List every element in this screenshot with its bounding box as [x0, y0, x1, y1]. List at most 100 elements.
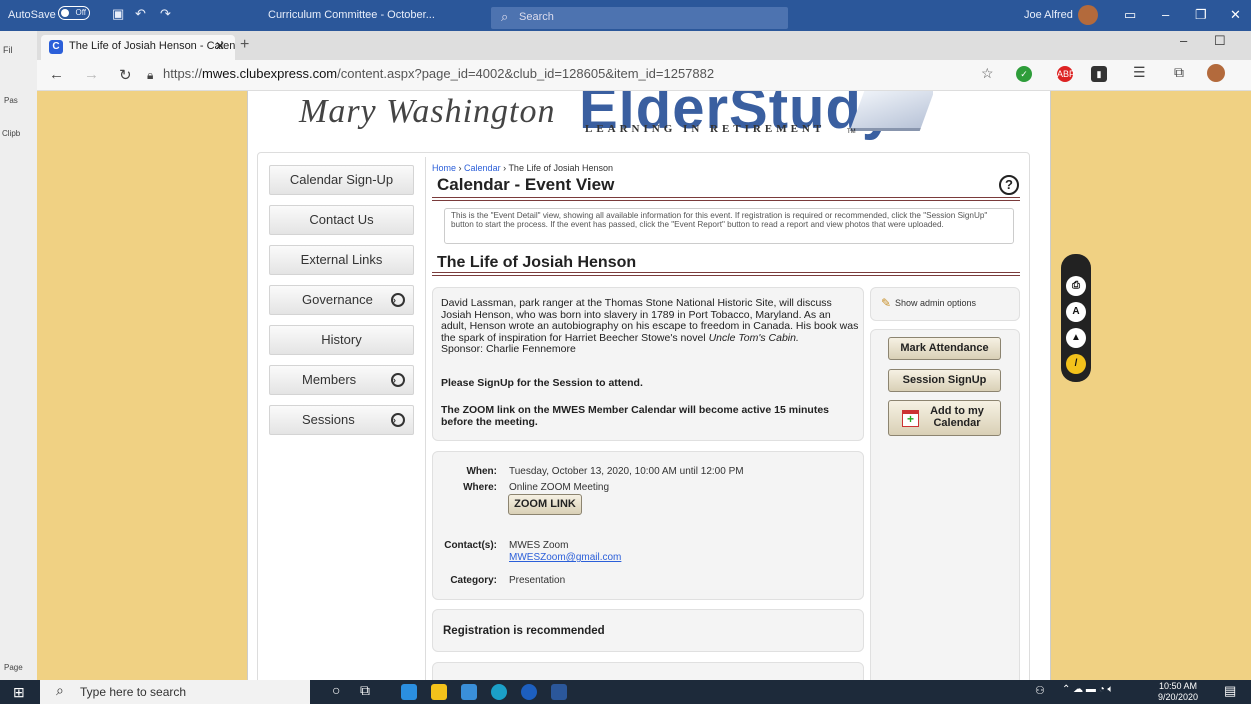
title-divider	[432, 197, 1020, 201]
contact-email-link[interactable]: MWESZoom@gmail.com	[509, 552, 621, 563]
page-background-left	[37, 91, 247, 680]
breadcrumb-home[interactable]: Home	[432, 163, 456, 173]
banner-tagline: LEARNING IN RETIREMENT	[585, 123, 826, 135]
page-label: Page	[4, 663, 23, 672]
registration-note: Registration is recommended	[443, 625, 605, 637]
word-ribbon-strip: Fil Pas Clipb Page	[0, 31, 37, 680]
task-view-icon[interactable]: ⧉	[360, 682, 370, 699]
edge-icon[interactable]	[491, 684, 507, 700]
info-notice: This is the "Event Detail" view, showing…	[444, 208, 1014, 244]
event-title: The Life of Josiah Henson	[437, 254, 637, 271]
search-icon: ⌕	[501, 9, 509, 24]
highlight-icon[interactable]: /	[1066, 354, 1086, 374]
pencil-icon[interactable]: ✎	[881, 296, 891, 310]
breadcrumb-calendar[interactable]: Calendar	[464, 163, 501, 173]
expand-arrow-icon[interactable]: ›	[391, 293, 405, 307]
word-search-box[interactable]: ⌕ Search	[491, 7, 788, 29]
expand-arrow-icon[interactable]: ›	[391, 373, 405, 387]
browser-minimize-icon[interactable]: –	[1180, 33, 1187, 48]
navigate-icon[interactable]: ▲	[1066, 328, 1086, 348]
site-banner[interactable]: Mary Washington ElderStudy LEARNING IN R…	[257, 91, 933, 141]
extension-icon[interactable]: ▮	[1091, 66, 1107, 82]
event-description: David Lassman, park ranger at the Thomas…	[441, 297, 859, 355]
word-search-placeholder: Search	[519, 11, 554, 23]
lock-icon[interactable]: 🔒︎	[147, 68, 153, 83]
breadcrumb: Home › Calendar › The Life of Josiah Hen…	[432, 163, 614, 173]
mark-attendance-button[interactable]: Mark Attendance	[888, 337, 1001, 360]
taskbar-search[interactable]: ⌕ Type here to search	[40, 680, 310, 704]
adblock-icon[interactable]: ABP	[1057, 66, 1075, 82]
contact-name: MWES Zoom	[509, 540, 569, 551]
translate-icon[interactable]: A	[1066, 302, 1086, 322]
add-to-calendar-label: Add to my Calendar	[930, 405, 984, 429]
people-icon[interactable]: ⚇	[1035, 684, 1045, 697]
menu-history[interactable]: History	[269, 325, 414, 355]
close-icon[interactable]: ✕	[1230, 7, 1241, 23]
menu-contact-us[interactable]: Contact Us	[269, 205, 414, 235]
notifications-icon[interactable]: ▤	[1224, 683, 1236, 699]
forward-icon[interactable]: →	[84, 66, 99, 83]
avatar[interactable]	[1078, 5, 1098, 25]
minimize-icon[interactable]: –	[1162, 7, 1169, 22]
menu-members[interactable]: Members ›	[269, 365, 414, 395]
profile-avatar[interactable]	[1207, 64, 1225, 82]
floating-toolbar: ⎙ A ▲ /	[1061, 254, 1091, 382]
mail-icon[interactable]	[401, 684, 417, 700]
clipboard-label: Clipb	[2, 129, 21, 138]
new-tab-icon[interactable]: +	[240, 36, 249, 54]
zoom-note: The ZOOM link on the MWES Member Calenda…	[441, 404, 830, 428]
autosave-toggle[interactable]: Off	[58, 6, 90, 20]
refresh-icon[interactable]: ↻	[119, 66, 132, 84]
store-icon[interactable]	[461, 684, 477, 700]
print-icon[interactable]: ⎙	[1066, 276, 1086, 296]
add-to-calendar-button[interactable]: + Add to my Calendar	[888, 400, 1001, 436]
app-icon[interactable]	[521, 684, 537, 700]
browser-restore-icon[interactable]: ☐	[1214, 33, 1226, 49]
page-background-right	[1051, 91, 1251, 680]
file-tab-label[interactable]: Fil	[3, 45, 13, 55]
breadcrumb-current: The Life of Josiah Henson	[508, 163, 614, 173]
system-tray-icons[interactable]: ⌃ ☁ ▬ ◔ 🔈︎	[1062, 684, 1114, 695]
menu-sessions[interactable]: Sessions ›	[269, 405, 414, 435]
page-title: Calendar - Event View	[437, 175, 615, 194]
banner-script-text: Mary Washington	[299, 93, 556, 130]
menu-governance[interactable]: Governance ›	[269, 285, 414, 315]
zoom-link-button[interactable]: ZOOM LINK	[508, 494, 582, 515]
word-user-name[interactable]: Joe Alfred	[1024, 9, 1073, 21]
favorite-star-icon[interactable]: ☆	[981, 65, 994, 82]
when-value: Tuesday, October 13, 2020, 10:00 AM unti…	[509, 466, 744, 477]
book-logo-icon	[849, 91, 933, 131]
category-value: Presentation	[509, 575, 566, 586]
menu-calendar-signup[interactable]: Calendar Sign-Up	[269, 165, 414, 195]
search-icon: ⌕	[56, 682, 64, 698]
session-signup-button[interactable]: Session SignUp	[888, 369, 1001, 392]
ribbon-display-icon[interactable]: ▭	[1124, 7, 1136, 23]
url-field[interactable]: https://mwes.clubexpress.com/content.asp…	[163, 66, 714, 81]
taskbar-clock[interactable]: 10:50 AM 9/20/2020	[1158, 681, 1198, 703]
close-tab-icon[interactable]: ✕	[215, 39, 225, 53]
save-icon[interactable]: ▣	[112, 6, 124, 22]
site-favicon-icon: C	[49, 40, 63, 54]
category-label: Category:	[450, 575, 497, 586]
windows-start-icon[interactable]: ⊞	[13, 684, 25, 701]
help-icon[interactable]: ?	[999, 175, 1019, 195]
menu-external-links[interactable]: External Links	[269, 245, 414, 275]
word-doc-title[interactable]: Curriculum Committee - October...	[268, 9, 435, 21]
expand-arrow-icon[interactable]: ›	[391, 413, 405, 427]
restore-icon[interactable]: ❐	[1195, 7, 1207, 23]
extension-check-icon[interactable]: ✓	[1016, 66, 1032, 82]
redo-icon[interactable]: ↷	[160, 6, 171, 22]
event-title-divider	[432, 272, 1020, 276]
favorites-icon[interactable]: ☰	[1133, 64, 1146, 81]
paste-label[interactable]: Pas	[4, 96, 18, 105]
cortana-icon[interactable]: ○	[332, 682, 340, 698]
back-icon[interactable]: ←	[49, 66, 64, 83]
undo-icon[interactable]: ↶	[135, 6, 146, 22]
show-admin-options-link[interactable]: Show admin options	[895, 298, 976, 308]
browser-tab[interactable]: C The Life of Josiah Henson - Calen ✕	[41, 35, 235, 60]
trademark-mark: TM	[847, 129, 856, 135]
word-icon[interactable]	[551, 684, 567, 700]
where-value: Online ZOOM Meeting	[509, 482, 610, 493]
collections-icon[interactable]: ⧉	[1174, 64, 1184, 81]
file-explorer-icon[interactable]	[431, 684, 447, 700]
